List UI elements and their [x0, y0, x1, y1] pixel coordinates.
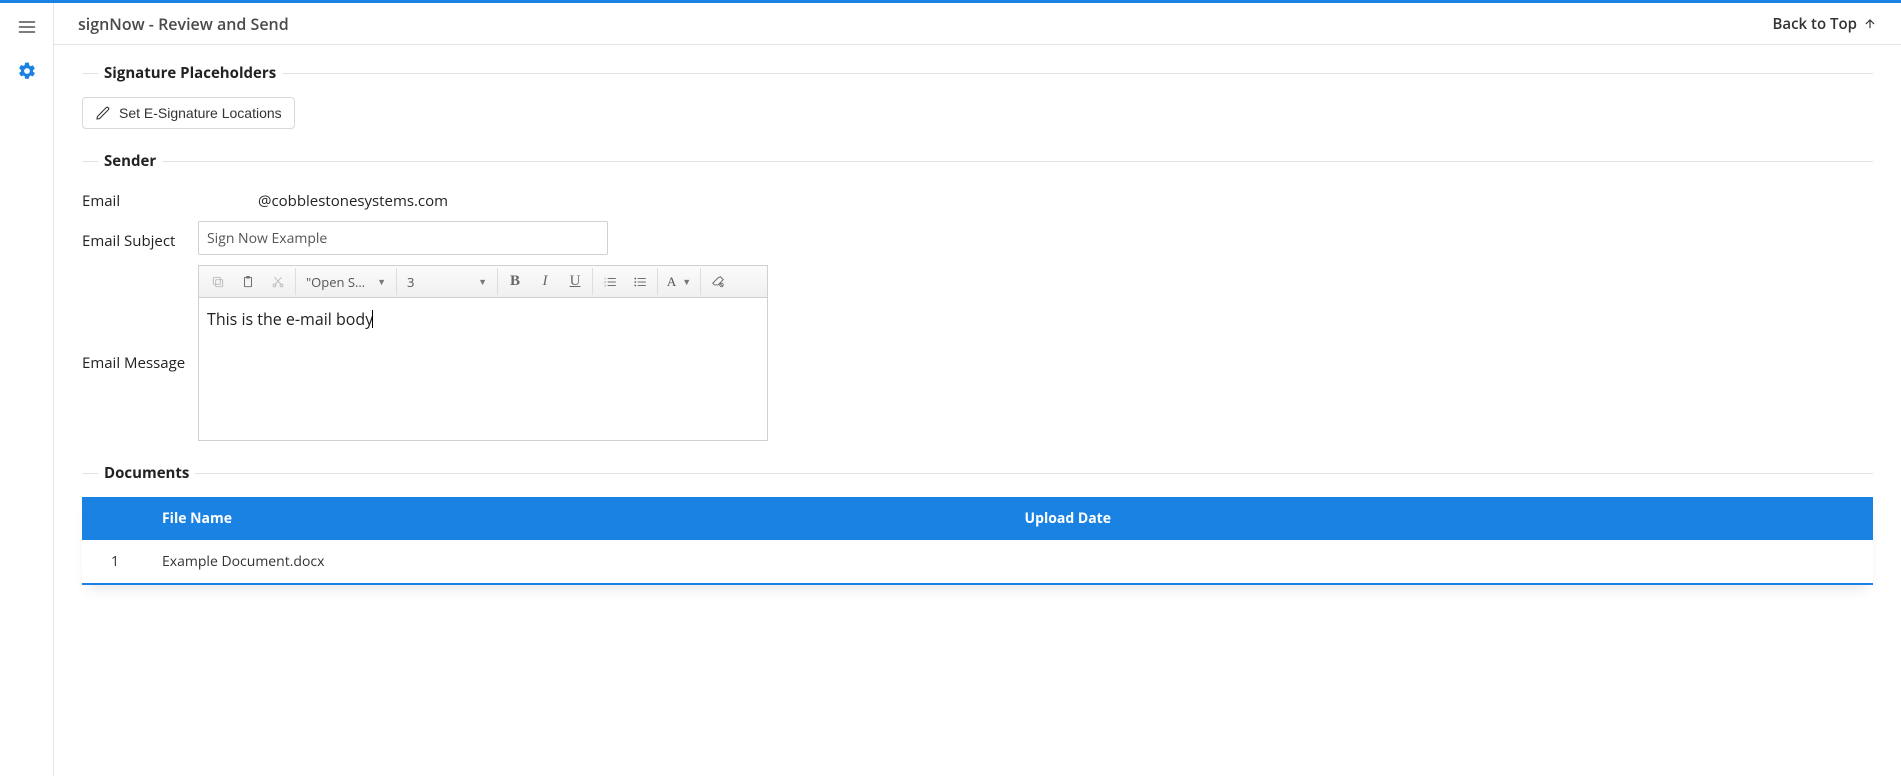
- cell-file-name: Example Document.docx: [148, 540, 1011, 583]
- label-email: Email: [82, 185, 198, 211]
- font-family-label: "Open Sa…: [306, 273, 371, 291]
- page-title: signNow - Review and Send: [78, 13, 1773, 35]
- hamburger-menu-icon[interactable]: [17, 17, 37, 37]
- row-subject: Email Subject: [82, 221, 1873, 255]
- gear-icon[interactable]: [17, 61, 37, 81]
- label-message: Email Message: [82, 265, 198, 373]
- cut-button[interactable]: [263, 268, 293, 295]
- set-esignature-locations-label: Set E-Signature Locations: [119, 105, 282, 121]
- ordered-list-icon: 123: [603, 275, 617, 289]
- col-file-name[interactable]: File Name: [148, 497, 1011, 540]
- unordered-list-button[interactable]: [625, 268, 655, 295]
- table-row[interactable]: 1 Example Document.docx: [82, 540, 1873, 583]
- font-color-select[interactable]: A▼: [660, 268, 698, 295]
- italic-button[interactable]: I: [530, 268, 560, 295]
- unordered-list-icon: [633, 275, 647, 289]
- table-body: 1 Example Document.docx: [82, 540, 1873, 583]
- font-size-select[interactable]: 3 ▼: [399, 268, 495, 295]
- section-signature-placeholders: Signature Placeholders Set E-Signature L…: [82, 63, 1873, 129]
- bold-button[interactable]: B: [500, 268, 530, 295]
- section-sender: Sender Email @cobblestonesystems.com Ema…: [82, 151, 1873, 441]
- back-to-top-label: Back to Top: [1773, 14, 1857, 34]
- legend-sender: Sender: [98, 151, 162, 171]
- row-email: Email @cobblestonesystems.com: [82, 185, 1873, 211]
- copy-icon: [211, 275, 225, 289]
- col-index: [82, 497, 148, 540]
- pencil-icon: [95, 105, 111, 121]
- underline-button[interactable]: U: [560, 268, 590, 295]
- main: signNow - Review and Send Back to Top Si…: [54, 3, 1901, 776]
- scissors-icon: [271, 275, 285, 289]
- chevron-down-icon: ▼: [478, 275, 487, 288]
- content: Signature Placeholders Set E-Signature L…: [54, 45, 1901, 776]
- copy-button[interactable]: [203, 268, 233, 295]
- text-cursor: [372, 310, 373, 328]
- svg-text:3: 3: [604, 283, 606, 287]
- topbar: signNow - Review and Send Back to Top: [54, 3, 1901, 45]
- arrow-up-icon: [1863, 17, 1877, 31]
- label-subject: Email Subject: [82, 225, 198, 251]
- font-size-label: 3: [407, 273, 472, 291]
- email-subject-input[interactable]: [198, 221, 608, 255]
- editor-toolbar: "Open Sa… ▼ 3 ▼ B: [199, 266, 767, 298]
- legend-documents: Documents: [98, 463, 195, 483]
- legend-row: Signature Placeholders: [82, 63, 1873, 83]
- table-header: File Name Upload Date: [82, 497, 1873, 540]
- font-family-select[interactable]: "Open Sa… ▼: [298, 268, 394, 295]
- section-documents: Documents File Name Upload Date 1 Exampl…: [82, 463, 1873, 585]
- back-to-top-link[interactable]: Back to Top: [1773, 14, 1877, 34]
- eraser-icon: [711, 275, 725, 289]
- legend-row: Sender: [82, 151, 1873, 171]
- documents-table: File Name Upload Date 1 Example Document…: [82, 497, 1873, 585]
- email-body-textarea[interactable]: This is the e-mail body: [199, 298, 767, 440]
- legend-signature-placeholders: Signature Placeholders: [98, 63, 282, 83]
- set-esignature-locations-button[interactable]: Set E-Signature Locations: [82, 97, 295, 129]
- row-message: Email Message: [82, 265, 1873, 441]
- left-rail: [0, 3, 54, 776]
- clear-formatting-button[interactable]: [703, 268, 733, 295]
- chevron-down-icon: ▼: [682, 275, 691, 288]
- legend-row: Documents: [82, 463, 1873, 483]
- cell-index: 1: [82, 540, 148, 583]
- ordered-list-button[interactable]: 123: [595, 268, 625, 295]
- rich-text-editor: "Open Sa… ▼ 3 ▼ B: [198, 265, 768, 441]
- clipboard-icon: [241, 275, 255, 289]
- chevron-down-icon: ▼: [377, 275, 386, 288]
- cell-upload-date: [1011, 550, 1874, 574]
- value-email: @cobblestonesystems.com: [198, 185, 448, 211]
- paste-button[interactable]: [233, 268, 263, 295]
- email-body-text: This is the e-mail body: [207, 308, 373, 330]
- col-upload-date[interactable]: Upload Date: [1011, 497, 1874, 540]
